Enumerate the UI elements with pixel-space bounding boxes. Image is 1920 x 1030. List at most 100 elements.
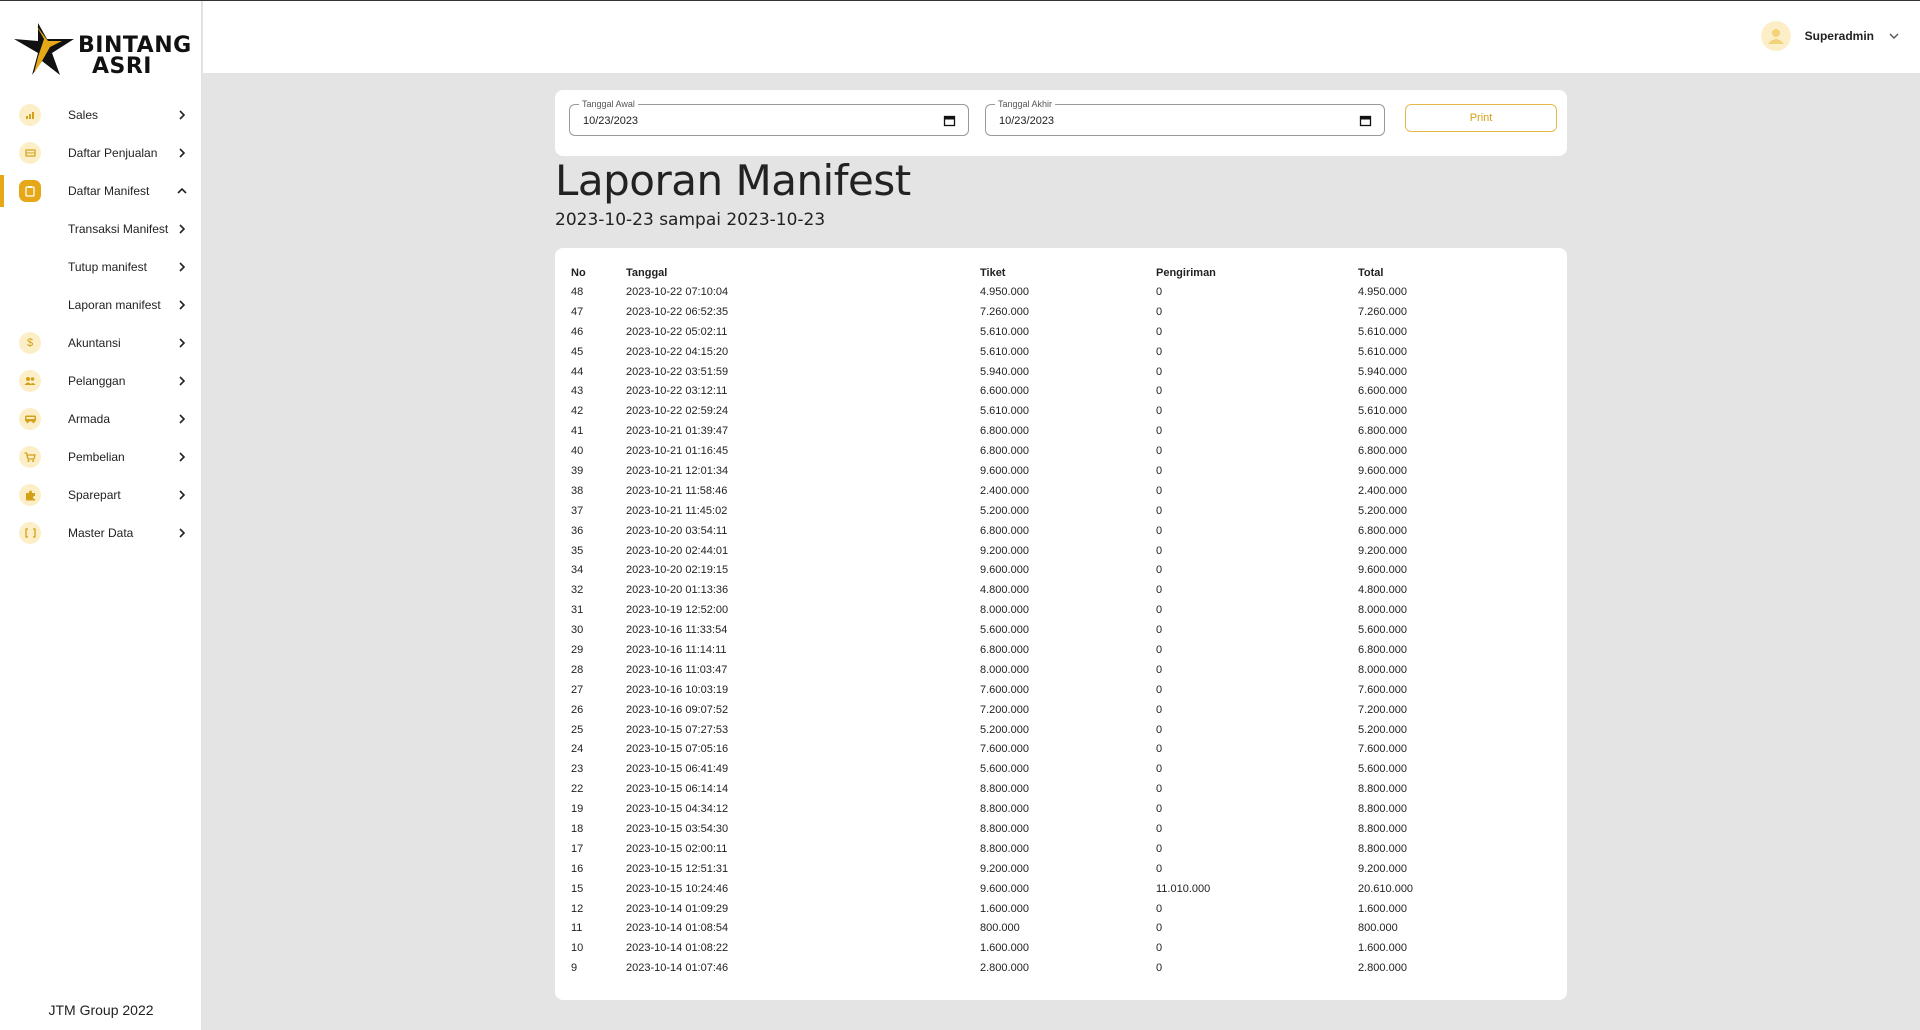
table-row: 48 2023-10-22 07:10:04 4.950.000 0 4.950.000: [571, 282, 1538, 302]
cell-no: 48: [571, 285, 584, 298]
cell-pengiriman: 0: [1156, 942, 1163, 955]
table-row: 10 2023-10-14 01:08:22 1.600.000 0 1.600.000: [571, 938, 1538, 958]
cell-pengiriman: 0: [1156, 783, 1163, 796]
brand-line1: BINTANG: [78, 33, 192, 58]
sidebar-item-label: Tutup manifest: [68, 260, 147, 274]
cell-pengiriman: 0: [1156, 862, 1163, 875]
cell-pengiriman: 0: [1156, 345, 1163, 358]
table-row: 36 2023-10-20 03:54:11 6.800.000 0 6.800.000: [571, 521, 1538, 541]
cell-no: 38: [571, 484, 584, 497]
cell-tiket: 7.600.000: [980, 683, 1029, 696]
sidebar-item-daftar-penjualan[interactable]: Daftar Penjualan: [0, 134, 202, 172]
cell-pengiriman: 0: [1156, 524, 1163, 537]
puzzle-icon: [19, 484, 41, 506]
cell-pengiriman: 0: [1156, 922, 1163, 935]
cell-pengiriman: 0: [1156, 425, 1163, 438]
sidebar-item-label: Sales: [68, 108, 99, 122]
cell-tiket: 5.200.000: [980, 504, 1029, 517]
table-row: 45 2023-10-22 04:15:20 5.610.000 0 5.610.000: [571, 342, 1538, 362]
cell-total: 800.000: [1358, 922, 1398, 935]
cell-pengiriman: 0: [1156, 763, 1163, 776]
cell-no: 44: [571, 365, 584, 378]
sidebar-subitem-laporan-manifest[interactable]: Laporan manifest: [0, 286, 202, 324]
cell-pengiriman: 0: [1156, 584, 1163, 597]
user-icon: [1767, 29, 1784, 44]
sidebar-item-label: Daftar Manifest: [68, 184, 150, 198]
chevron-up-icon: [177, 187, 187, 194]
cell-no: 17: [571, 842, 584, 855]
cell-tanggal: 2023-10-22 03:51:59: [626, 365, 729, 378]
table-row: 31 2023-10-19 12:52:00 8.000.000 0 8.000.000: [571, 600, 1538, 620]
cell-no: 23: [571, 763, 584, 776]
table-row: 34 2023-10-20 02:19:15 9.600.000 0 9.600.000: [571, 560, 1538, 580]
table-row: 43 2023-10-22 03:12:11 6.600.000 0 6.600.000: [571, 381, 1538, 401]
cell-tanggal: 2023-10-15 07:05:16: [626, 743, 729, 756]
cell-total: 8.800.000: [1358, 803, 1407, 816]
cell-no: 45: [571, 345, 584, 358]
sidebar-item-sales[interactable]: Sales: [0, 96, 202, 134]
cell-no: 37: [571, 504, 584, 517]
brand-logo[interactable]: BINTANG ASRI: [14, 17, 192, 79]
table-row: 28 2023-10-16 11:03:47 8.000.000 0 8.000.000: [571, 660, 1538, 680]
cell-total: 5.610.000: [1358, 325, 1407, 338]
end-date-field[interactable]: Tanggal Akhir 10/23/2023: [985, 99, 1385, 136]
table-row: 32 2023-10-20 01:13:36 4.800.000 0 4.800.000: [571, 580, 1538, 600]
cell-tiket: 6.600.000: [980, 385, 1029, 398]
start-date-field[interactable]: Tanggal Awal 10/23/2023: [569, 99, 969, 136]
cell-no: 29: [571, 643, 584, 656]
dollar-icon: $: [19, 332, 41, 354]
cell-no: 43: [571, 385, 584, 398]
sidebar-item-master-data[interactable]: Master Data: [0, 514, 202, 552]
cell-no: 26: [571, 703, 584, 716]
brand-line2: ASRI: [92, 54, 152, 79]
chevron-right-icon: [179, 300, 186, 310]
cell-no: 42: [571, 405, 584, 418]
sidebar-item-armada[interactable]: Armada: [0, 400, 202, 438]
end-date-value: 10/23/2023: [999, 115, 1055, 127]
sidebar-item-akuntansi[interactable]: $ Akuntansi: [0, 324, 202, 362]
cell-total: 7.600.000: [1358, 683, 1407, 696]
cell-tiket: 6.800.000: [980, 524, 1029, 537]
sidebar-item-label: Armada: [68, 412, 111, 426]
cell-no: 47: [571, 305, 584, 318]
print-button[interactable]: Print: [1405, 104, 1557, 132]
chevron-right-icon: [179, 528, 186, 538]
manifest-table: No Tanggal Tiket Pengiriman Total 48 2023…: [571, 264, 1538, 978]
cell-tanggal: 2023-10-14 01:09:29: [626, 902, 729, 915]
header-tanggal: Tanggal: [626, 267, 668, 279]
cell-tanggal: 2023-10-15 07:27:53: [626, 723, 729, 736]
sidebar-subitem-transaksi-manifest[interactable]: Transaksi Manifest: [0, 210, 202, 248]
sidebar-item-pelanggan[interactable]: Pelanggan: [0, 362, 202, 400]
cell-no: 19: [571, 803, 584, 816]
cell-total: 1.600.000: [1358, 942, 1407, 955]
table-row: 38 2023-10-21 11:58:46 2.400.000 0 2.400.000: [571, 481, 1538, 501]
cell-pengiriman: 0: [1156, 683, 1163, 696]
cell-pengiriman: 0: [1156, 643, 1163, 656]
cell-pengiriman: 0: [1156, 365, 1163, 378]
cell-tanggal: 2023-10-16 10:03:19: [626, 683, 729, 696]
cell-tanggal: 2023-10-15 10:24:46: [626, 882, 729, 895]
page-subtitle: 2023-10-23 sampai 2023-10-23: [555, 210, 826, 230]
table-row: 11 2023-10-14 01:08:54 800.000 0 800.000: [571, 919, 1538, 939]
cell-tiket: 7.600.000: [980, 743, 1029, 756]
cell-no: 24: [571, 743, 584, 756]
cell-pengiriman: 0: [1156, 504, 1163, 517]
sidebar-item-daftar-manifest[interactable]: Daftar Manifest: [0, 172, 202, 210]
cell-pengiriman: 0: [1156, 803, 1163, 816]
cell-tanggal: 2023-10-20 01:13:36: [626, 584, 729, 597]
cell-total: 5.940.000: [1358, 365, 1407, 378]
user-menu[interactable]: Superadmin: [1760, 21, 1900, 51]
filter-card: Tanggal Awal 10/23/2023 Tanggal Akhir 10…: [555, 90, 1567, 156]
sidebar-item-sparepart[interactable]: Sparepart: [0, 476, 202, 514]
sidebar-item-pembelian[interactable]: Pembelian: [0, 438, 202, 476]
chevron-right-icon: [179, 110, 186, 120]
table-row: 17 2023-10-15 02:00:11 8.800.000 0 8.800.000: [571, 839, 1538, 859]
calendar-icon[interactable]: [1359, 114, 1372, 127]
calendar-icon[interactable]: [943, 114, 956, 127]
cell-tiket: 8.000.000: [980, 604, 1029, 617]
cell-tiket: 7.200.000: [980, 703, 1029, 716]
cell-tanggal: 2023-10-15 12:51:31: [626, 862, 729, 875]
sidebar-subitem-tutup-manifest[interactable]: Tutup manifest: [0, 248, 202, 286]
table-row: 19 2023-10-15 04:34:12 8.800.000 0 8.800.000: [571, 799, 1538, 819]
cell-no: 28: [571, 663, 584, 676]
